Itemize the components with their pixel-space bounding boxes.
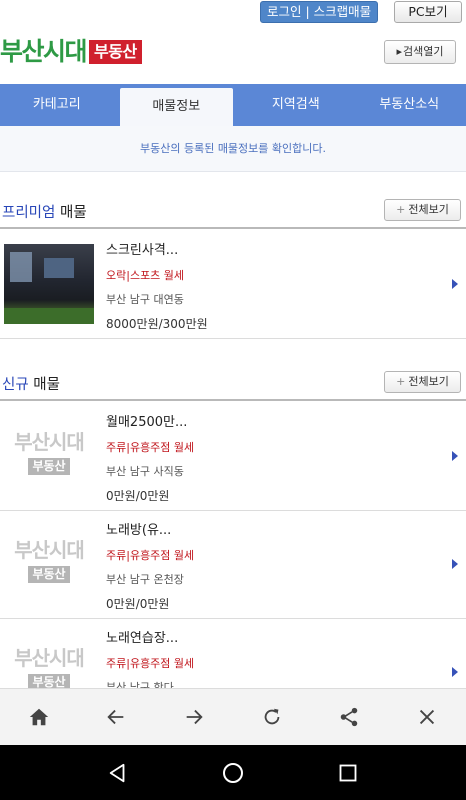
- system-back-button[interactable]: [98, 753, 138, 793]
- new-title-rest: 매물: [28, 377, 60, 393]
- premium-title-highlight: 프리미엄: [2, 205, 56, 221]
- pc-view-button[interactable]: PC보기: [394, 1, 462, 23]
- listing-location: 부산 남구 온천장: [106, 573, 184, 586]
- tab-realestate-news[interactable]: 부동산소식: [353, 84, 466, 126]
- listing-price: 8000만원/300만원: [106, 317, 208, 331]
- home-icon: [29, 708, 48, 726]
- premium-view-all-label: 전체보기: [408, 203, 449, 216]
- listing-price: 0만원/0만원: [106, 597, 170, 611]
- system-home-icon: [222, 762, 243, 783]
- site-logo[interactable]: 부산시대 부동산: [0, 36, 142, 68]
- placeholder-logo-main: 부산시대: [14, 538, 85, 562]
- new-listing-item[interactable]: 부산시대 부동산 월매2500만... 주류|유흥주점 월세 부산 남구 사직동…: [0, 403, 466, 511]
- chevron-right-icon: [452, 279, 458, 289]
- system-back-icon: [109, 763, 125, 782]
- login-scrap-button[interactable]: 로그인 | 스크랩매물: [260, 1, 379, 23]
- new-section-header: 신규 매물 + 전체보기: [0, 371, 466, 401]
- forward-button[interactable]: [172, 695, 216, 739]
- browser-toolbar: [0, 688, 466, 745]
- forward-arrow-icon: [186, 709, 203, 725]
- placeholder-logo-sub: 부동산: [28, 566, 70, 583]
- listing-price: 0만원/0만원: [106, 489, 170, 503]
- tab-category[interactable]: 카테고리: [0, 84, 114, 126]
- chevron-right-icon: [452, 451, 458, 461]
- new-title-highlight: 신규: [2, 377, 29, 393]
- listing-type: 오락|스포츠 월세: [106, 269, 185, 282]
- listing-title: 노래방(유...: [106, 523, 172, 538]
- utility-bar: 로그인 | 스크랩매물 PC보기: [0, 0, 466, 26]
- premium-section-header: 프리미엄 매물 + 전체보기: [0, 199, 466, 229]
- chevron-right-icon: ▸: [396, 45, 403, 58]
- new-view-all-button[interactable]: + 전체보기: [384, 371, 461, 393]
- back-button[interactable]: [94, 695, 138, 739]
- logo-main-text: 부산시대: [0, 37, 88, 66]
- system-recents-button[interactable]: [328, 753, 368, 793]
- plus-icon: +: [396, 203, 406, 216]
- chevron-right-icon: [452, 667, 458, 677]
- refresh-icon: [264, 708, 280, 725]
- main-nav: 카테고리 매물정보 지역검색 부동산소식: [0, 84, 466, 126]
- chevron-right-icon: [452, 559, 458, 569]
- placeholder-logo-main: 부산시대: [14, 646, 85, 670]
- refresh-button[interactable]: [250, 695, 294, 739]
- home-button[interactable]: [17, 695, 61, 739]
- search-open-label: 검색열기: [403, 45, 444, 58]
- premium-view-all-button[interactable]: + 전체보기: [384, 199, 461, 221]
- share-icon: [341, 707, 358, 727]
- new-listing-item[interactable]: 부산시대 부동산 노래방(유... 주류|유흥주점 월세 부산 남구 온천장 0…: [0, 511, 466, 619]
- close-button[interactable]: [405, 695, 449, 739]
- listing-type: 주류|유흥주점 월세: [106, 657, 195, 670]
- plus-icon: +: [396, 375, 406, 388]
- tab-listings[interactable]: 매물정보: [119, 88, 233, 126]
- listing-location: 부산 남구 사직동: [106, 465, 184, 478]
- browser-page: 로그인 | 스크랩매물 PC보기 부산시대 부동산 ▸검색열기 카테고리 매물정…: [0, 0, 466, 800]
- listing-title: 스크린사격...: [106, 243, 179, 258]
- new-view-all-label: 전체보기: [408, 375, 449, 388]
- listing-type: 주류|유흥주점 월세: [106, 549, 195, 562]
- placeholder-logo: 부산시대 부동산: [4, 413, 94, 493]
- search-open-button[interactable]: ▸검색열기: [384, 40, 456, 64]
- back-arrow-icon: [107, 709, 124, 725]
- system-recents-icon: [339, 764, 357, 781]
- notice-banner: 부동산의 등록된 매물정보를 확인합니다.: [0, 126, 466, 172]
- tab-region-search[interactable]: 지역검색: [239, 84, 353, 126]
- listing-title: 월매2500만...: [106, 415, 188, 430]
- close-icon: [420, 709, 435, 725]
- premium-title-rest: 매물: [55, 205, 87, 221]
- premium-listing-item[interactable]: 스크린사격... 오락|스포츠 월세 부산 남구 대연동 8000만원/300만…: [0, 231, 466, 339]
- listing-photo: [4, 244, 94, 324]
- system-nav-bar: [0, 745, 466, 800]
- placeholder-logo-main: 부산시대: [14, 430, 85, 454]
- placeholder-logo: 부산시대 부동산: [4, 521, 94, 601]
- premium-section-title: 프리미엄 매물: [2, 202, 87, 224]
- new-section-title: 신규 매물: [2, 374, 60, 396]
- share-button[interactable]: [327, 695, 371, 739]
- listing-type: 주류|유흥주점 월세: [106, 441, 195, 454]
- placeholder-logo-sub: 부동산: [28, 458, 70, 475]
- listing-title: 노래연습장...: [106, 631, 179, 646]
- listing-location: 부산 남구 대연동: [106, 293, 184, 306]
- logo-sub-badge: 부동산: [89, 40, 142, 64]
- system-home-button[interactable]: [213, 753, 253, 793]
